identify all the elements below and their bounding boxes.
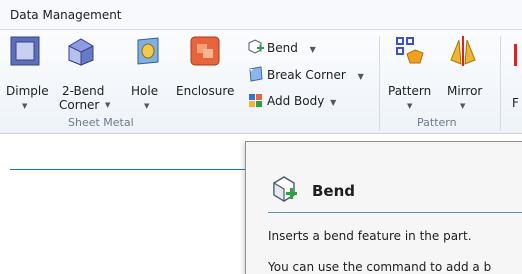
canvas-divider xyxy=(10,169,250,170)
pattern-group-label: Pattern xyxy=(417,116,457,129)
two-bend-corner-icon xyxy=(68,38,94,66)
chevron-down-icon: ▼ xyxy=(407,102,413,110)
bend-icon xyxy=(273,176,297,203)
mirror-label: Mirror xyxy=(447,84,483,98)
add-body-icon xyxy=(249,94,262,107)
enclosure-icon xyxy=(190,36,220,66)
chevron-down-icon[interactable]: ▼ xyxy=(310,45,316,54)
pattern-icon xyxy=(396,37,424,64)
sheet-metal-group-label: Sheet Metal xyxy=(68,116,134,129)
group-separator xyxy=(379,36,380,130)
two-bend-corner-label-1: 2-Bend xyxy=(62,84,105,98)
add-body-label: Add Body xyxy=(267,94,325,108)
tab-data-management[interactable]: Data Management xyxy=(10,8,122,22)
enclosure-label: Enclosure xyxy=(176,84,235,98)
hole-label: Hole xyxy=(131,84,159,98)
tooltip-description: Inserts a bend feature in the part. xyxy=(268,229,472,243)
two-bend-corner-label-2: Corner xyxy=(59,98,100,112)
chevron-down-icon[interactable]: ▼ xyxy=(358,72,364,81)
chevron-down-icon: ▼ xyxy=(105,101,111,109)
group-separator xyxy=(500,36,501,130)
partial-feature-label: F xyxy=(512,96,519,110)
tooltip-description-2: You can use the command to add a b xyxy=(268,260,492,274)
bend-button[interactable]: Bend ▼ xyxy=(248,39,316,59)
hole-icon xyxy=(137,37,159,65)
tooltip-divider xyxy=(268,212,522,213)
dimple-icon xyxy=(10,36,40,66)
chevron-down-icon[interactable]: ▼ xyxy=(330,98,336,107)
break-corner-button[interactable]: Break Corner ▼ xyxy=(248,66,364,86)
chevron-down-icon: ▼ xyxy=(460,102,466,110)
ribbon-tab-bar: Data Management xyxy=(0,0,522,30)
break-corner-icon xyxy=(249,66,263,82)
break-corner-label: Break Corner xyxy=(267,68,346,82)
ribbon: Dimple ▼ 2-Bend Corner ▼ Hole ▼ Enclosur… xyxy=(0,30,522,134)
mirror-icon xyxy=(450,36,476,66)
add-body-button[interactable]: Add Body ▼ xyxy=(248,92,336,112)
partial-feature-icon xyxy=(514,44,517,66)
bend-tooltip: Bend Inserts a bend feature in the part.… xyxy=(245,141,522,274)
dimple-label: Dimple xyxy=(6,84,49,98)
pattern-label: Pattern xyxy=(388,84,432,98)
tooltip-title: Bend xyxy=(312,182,356,200)
bend-label: Bend xyxy=(267,41,298,55)
bend-icon xyxy=(248,39,264,54)
chevron-down-icon: ▼ xyxy=(22,102,28,110)
chevron-down-icon: ▼ xyxy=(144,102,150,110)
